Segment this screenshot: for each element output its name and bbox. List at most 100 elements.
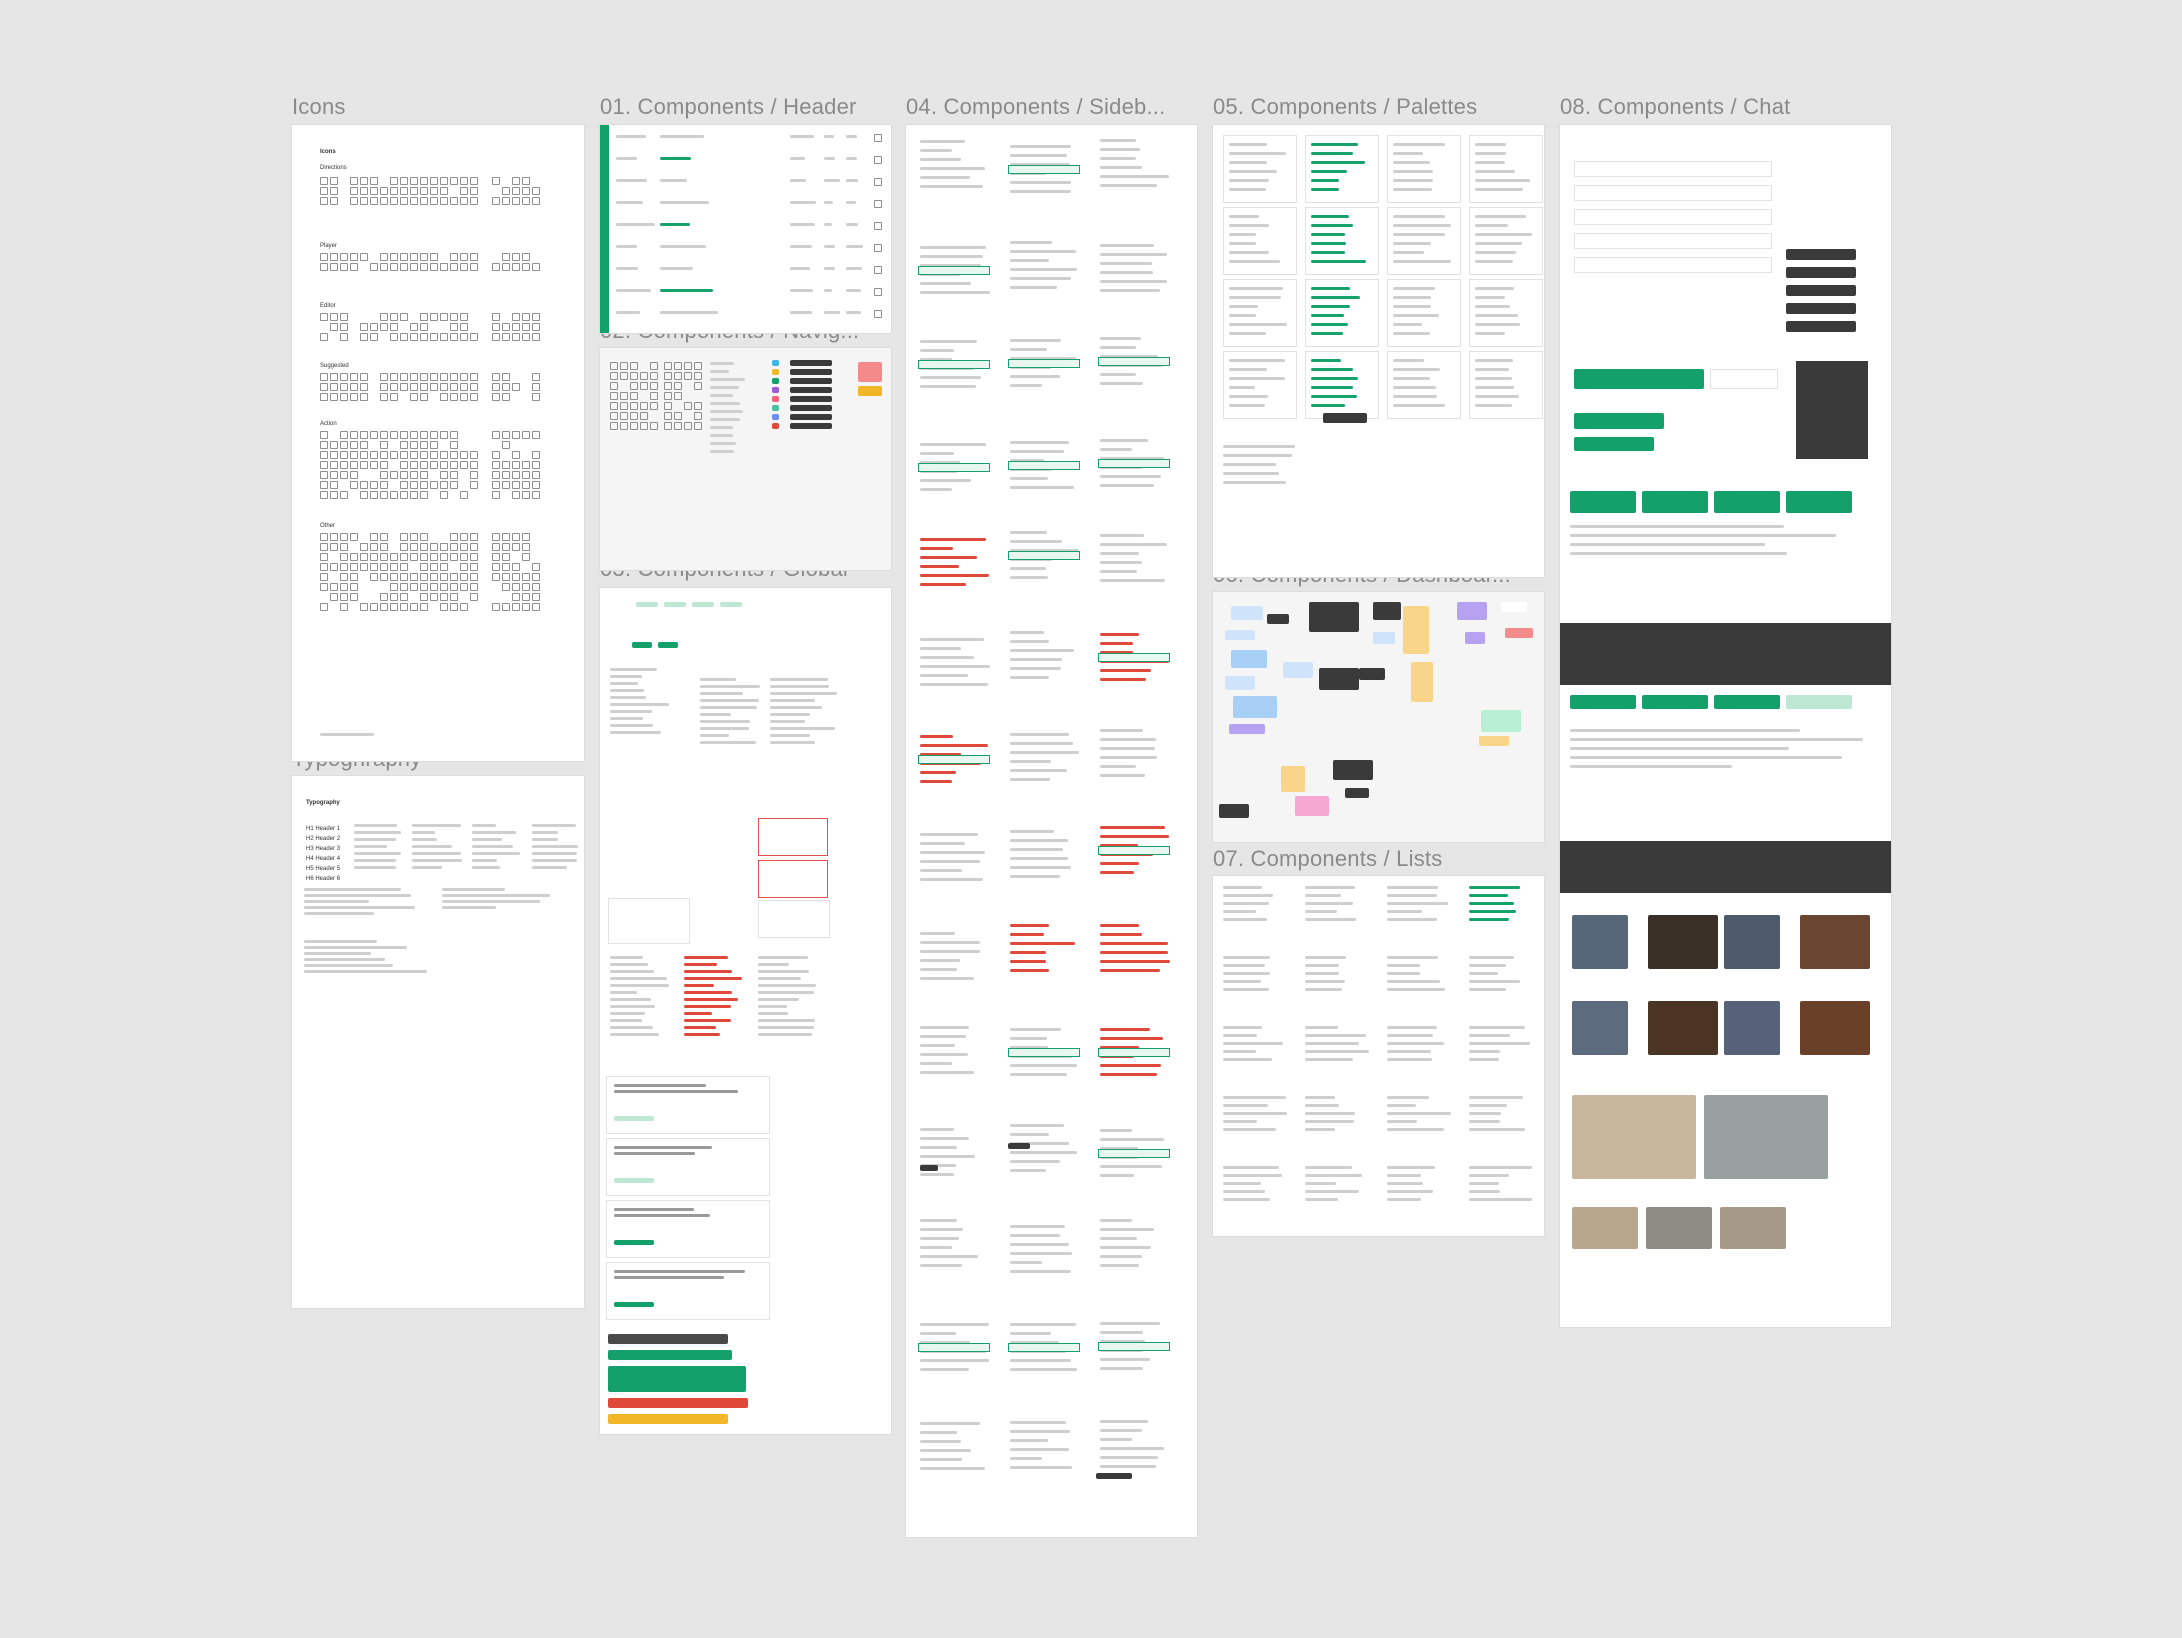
global-frame[interactable]: [600, 588, 891, 1434]
nav-item-dark: [790, 423, 832, 429]
text-placeholder: [610, 998, 651, 1001]
icon-glyph: [340, 563, 348, 571]
icon-glyph: [450, 373, 458, 381]
icon-glyph: [420, 593, 428, 601]
text-placeholder: [660, 135, 704, 138]
chat-frame[interactable]: [1560, 125, 1891, 1327]
frame-title-header[interactable]: 01. Components / Header: [600, 94, 890, 120]
icon-glyph: [532, 563, 540, 571]
text-placeholder: [758, 984, 817, 987]
text-placeholder: [1100, 1228, 1154, 1232]
icon-glyph: [340, 393, 348, 401]
text-placeholder: [920, 478, 972, 482]
palettes-frame[interactable]: [1213, 125, 1544, 577]
text-placeholder: [824, 245, 835, 248]
icon-glyph: [440, 543, 448, 551]
icon-glyph: [532, 583, 540, 591]
design-canvas[interactable]: Icons Typoghraphy 01. Components / Heade…: [0, 0, 2182, 1638]
lists-frame[interactable]: [1213, 876, 1544, 1236]
tag-chip: [664, 602, 686, 607]
icon-glyph: [330, 543, 338, 551]
sidebar-frame[interactable]: [906, 125, 1197, 1537]
text-placeholder: [610, 1019, 642, 1022]
frame-title-sidebar[interactable]: 04. Components / Sideb...: [906, 94, 1196, 120]
icon-glyph: [684, 402, 692, 410]
text-placeholder: [1010, 477, 1049, 481]
text-placeholder: [1305, 1112, 1356, 1115]
header-frame[interactable]: [600, 125, 891, 333]
icon-glyph: [492, 481, 500, 489]
text-placeholder: [1393, 260, 1451, 263]
navigation-frame[interactable]: [600, 348, 891, 570]
text-placeholder: [1311, 305, 1351, 308]
frame-title-icons[interactable]: Icons: [292, 94, 572, 120]
icon-glyph: [460, 373, 468, 381]
text-placeholder: [532, 845, 578, 848]
icon-glyph: [320, 263, 328, 271]
frame-title-chat[interactable]: 08. Components / Chat: [1560, 94, 1890, 120]
text-placeholder: [920, 1332, 956, 1336]
text-placeholder: [1475, 332, 1506, 335]
toast-success: [608, 1350, 732, 1360]
nav-swatch: [858, 386, 882, 396]
icon-glyph: [320, 451, 328, 459]
sidebar-tooltip: [1008, 1143, 1030, 1149]
icon-glyph: [532, 373, 540, 381]
typography-frame[interactable]: Typography H1 Header 1 H2 Header 2 H3 He…: [292, 776, 584, 1308]
text-placeholder: [616, 223, 656, 226]
icon-glyph: [420, 603, 428, 611]
text-placeholder: [304, 940, 378, 943]
icon-glyph: [492, 197, 500, 205]
text-placeholder: [660, 289, 714, 292]
icon-glyph: [380, 553, 388, 561]
text-placeholder: [1100, 280, 1168, 284]
text-placeholder: [1100, 1455, 1158, 1459]
text-placeholder: [1100, 738, 1157, 742]
text-placeholder: [1010, 630, 1044, 634]
icon-glyph: [340, 451, 348, 459]
text-placeholder: [1223, 454, 1293, 457]
text-placeholder: [846, 289, 862, 292]
icon-glyph: [390, 553, 398, 561]
text-placeholder: [1223, 472, 1279, 475]
icon-glyph: [460, 383, 468, 391]
icon-glyph: [440, 553, 448, 561]
selected-item: [918, 266, 990, 276]
icon-glyph: [650, 362, 658, 370]
icon-glyph: [370, 533, 378, 541]
text-placeholder: [1100, 244, 1154, 248]
icon-glyph: [430, 431, 438, 439]
frame-title-palettes[interactable]: 05. Components / Palettes: [1213, 94, 1543, 120]
icon-glyph: [492, 393, 500, 401]
icon-glyph: [320, 253, 328, 261]
text-placeholder: [684, 984, 714, 987]
nav-item-dark: [790, 414, 832, 420]
text-placeholder: [684, 963, 718, 966]
icons-frame[interactable]: Icons Directions Player Editor Suggested…: [292, 125, 584, 761]
icon-glyph: [350, 197, 358, 205]
icon-glyph: [522, 431, 530, 439]
text-placeholder: [1223, 956, 1271, 959]
text-placeholder: [442, 894, 550, 897]
text-placeholder: [1010, 1439, 1049, 1443]
text-placeholder: [920, 1146, 958, 1150]
icon-glyph: [360, 481, 368, 489]
sticky-note: [1267, 614, 1289, 624]
text-placeholder: [1100, 484, 1155, 488]
frame-title-lists[interactable]: 07. Components / Lists: [1213, 846, 1543, 872]
icon-glyph: [470, 543, 478, 551]
typography-row-h6: H6 Header 6: [306, 876, 340, 882]
notification-card: [1642, 695, 1708, 709]
dashboard-frame[interactable]: [1213, 592, 1544, 842]
nav-item-dark: [790, 378, 832, 384]
typography-row-h1: H1 Header 1: [306, 826, 340, 832]
icon-glyph: [650, 382, 658, 390]
icon-glyph: [350, 451, 358, 459]
icon-glyph: [502, 533, 510, 541]
text-placeholder: [1387, 1128, 1445, 1131]
icon-glyph: [522, 573, 530, 581]
text-placeholder: [770, 713, 811, 716]
sticky-note: [1457, 602, 1487, 620]
icon-glyph: [320, 491, 328, 499]
icon-glyph: [390, 393, 398, 401]
